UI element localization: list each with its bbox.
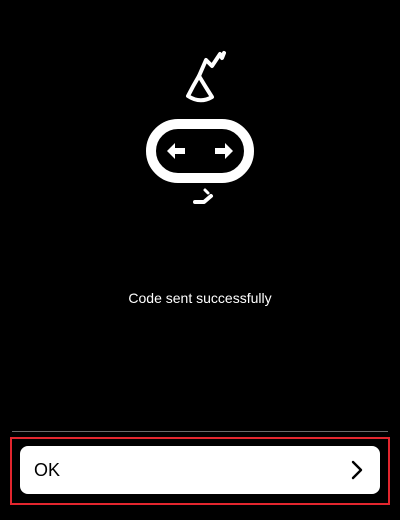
screen: Code sent successfully OK [0, 0, 400, 520]
robot-logo-icon [146, 51, 254, 204]
antenna-bulb [186, 74, 214, 103]
divider [12, 431, 388, 432]
robot-mouth [193, 194, 213, 204]
robot-right-eye [215, 143, 233, 159]
ok-button[interactable]: OK [20, 446, 380, 494]
status-message: Code sent successfully [128, 290, 272, 306]
ok-button-label: OK [34, 460, 61, 480]
chevron-right-icon [351, 460, 363, 480]
robot-left-eye [167, 143, 185, 159]
robot-head [146, 119, 254, 183]
antenna-zigzag [197, 51, 226, 78]
